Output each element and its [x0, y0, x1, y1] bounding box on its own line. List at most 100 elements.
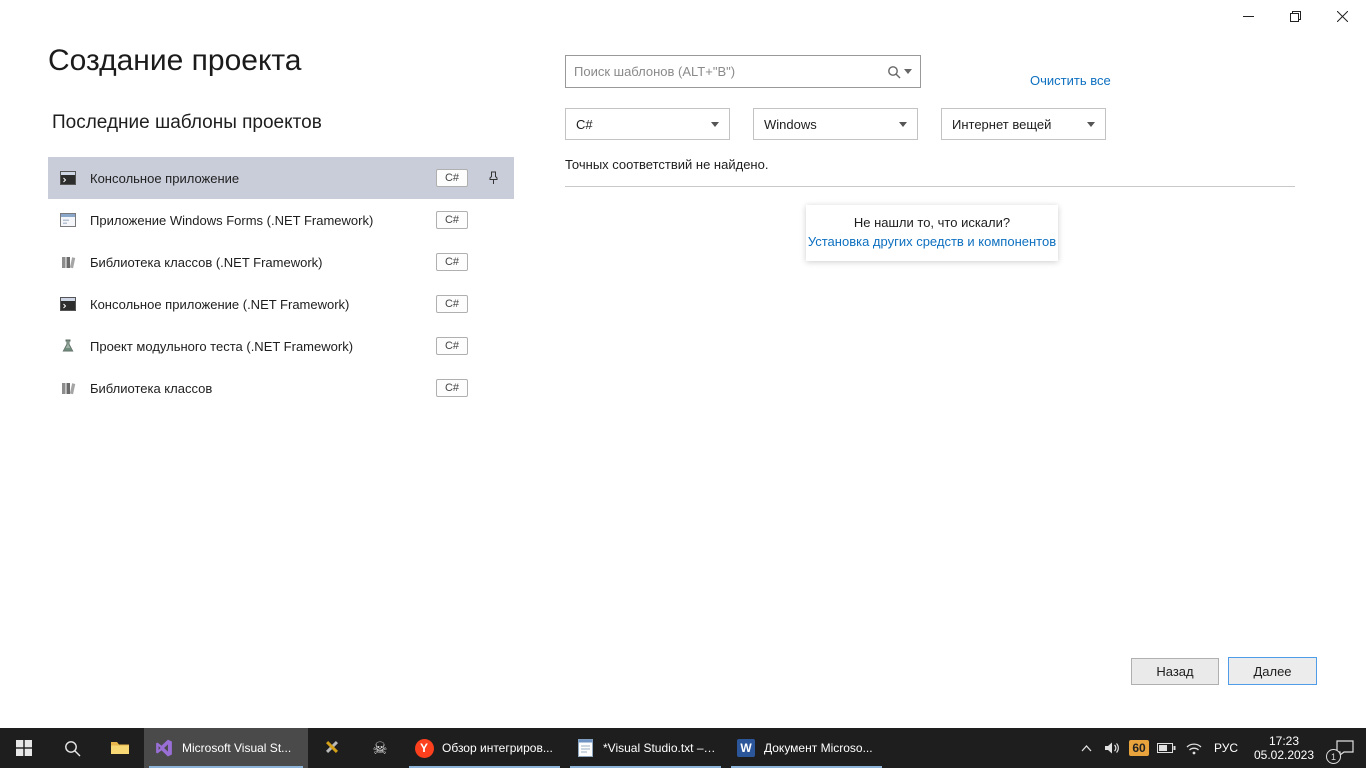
language-filter-value: C# — [576, 117, 593, 132]
template-search-box — [565, 55, 921, 88]
template-row-console-app[interactable]: Консольное приложение C# — [48, 157, 514, 199]
class-library-icon — [60, 254, 78, 270]
word-icon: W — [736, 738, 756, 758]
language-badge: C# — [436, 295, 468, 313]
winforms-app-icon — [60, 212, 78, 228]
taskbar-app-notepad[interactable]: *Visual Studio.txt – ... — [565, 728, 726, 768]
minimize-button[interactable] — [1225, 0, 1272, 33]
search-input[interactable] — [566, 64, 878, 79]
pin-button[interactable] — [476, 171, 510, 185]
template-row-class-library-netfx[interactable]: Библиотека классов (.NET Framework) C# — [48, 241, 514, 283]
network-button[interactable] — [1180, 728, 1208, 768]
restore-icon — [1290, 11, 1301, 22]
pin-icon — [488, 171, 499, 185]
language-badge: C# — [436, 379, 468, 397]
not-found-info-box: Не нашли то, что искали? Установка други… — [806, 205, 1058, 261]
not-found-title: Не нашли то, что искали? — [806, 215, 1058, 230]
language-badge: C# — [436, 169, 468, 187]
taskbar-app-label: Обзор интегриров... — [442, 741, 553, 755]
volume-level-value: 60 — [1129, 740, 1148, 756]
search-icon — [887, 65, 901, 79]
template-label: Библиотека классов — [90, 381, 436, 396]
taskbar-app-yandex-browser[interactable]: Y Обзор интегриров... — [404, 728, 565, 768]
platform-filter-value: Windows — [764, 117, 817, 132]
chevron-up-icon — [1080, 744, 1093, 752]
console-app-icon — [60, 170, 78, 186]
folder-icon — [110, 740, 130, 756]
taskbar-app-label: *Visual Studio.txt – ... — [603, 741, 716, 755]
close-icon — [1337, 11, 1348, 22]
language-badge: C# — [436, 337, 468, 355]
system-tray: 60 РУС 17:23 0 — [1074, 728, 1366, 768]
pinned-tool-app-button[interactable] — [308, 728, 356, 768]
taskbar-app-label: Microsoft Visual St... — [182, 741, 291, 755]
search-button[interactable] — [878, 56, 920, 87]
volume-button[interactable] — [1098, 728, 1126, 768]
no-match-message: Точных соответствий не найдено. — [565, 157, 768, 172]
chevron-down-icon — [711, 122, 719, 127]
battery-icon — [1157, 743, 1176, 753]
template-row-console-app-netfx[interactable]: Консольное приложение (.NET Framework) C… — [48, 283, 514, 325]
windows-logo-icon — [16, 740, 32, 756]
language-indicator[interactable]: РУС — [1208, 728, 1244, 768]
tray-time: 17:23 — [1269, 734, 1299, 748]
volume-level-badge[interactable]: 60 — [1126, 728, 1152, 768]
taskbar-app-word[interactable]: W Документ Microso... — [726, 728, 887, 768]
file-explorer-button[interactable] — [96, 728, 144, 768]
language-code: РУС — [1214, 741, 1238, 755]
visual-studio-icon — [154, 738, 174, 758]
wifi-icon — [1185, 742, 1203, 755]
chevron-down-icon — [1087, 122, 1095, 127]
template-row-class-library[interactable]: Библиотека классов C# — [48, 367, 514, 409]
notification-count-badge: 1 — [1326, 749, 1341, 764]
taskbar-app-visual-studio[interactable]: Microsoft Visual St... — [144, 728, 308, 768]
create-project-dialog: Создание проекта Последние шаблоны проек… — [0, 0, 1366, 728]
close-button[interactable] — [1319, 0, 1366, 33]
language-filter-dropdown[interactable]: C# — [565, 108, 730, 140]
template-label: Проект модульного теста (.NET Framework) — [90, 339, 436, 354]
tool-app-icon — [323, 739, 341, 757]
language-badge: C# — [436, 253, 468, 271]
window-controls — [1225, 0, 1366, 33]
show-hidden-icons-button[interactable] — [1074, 728, 1098, 768]
filter-dropdowns: C# Windows Интернет вещей — [565, 108, 1106, 140]
platform-filter-dropdown[interactable]: Windows — [753, 108, 918, 140]
recent-template-list: Консольное приложение C# Приложение Wind… — [48, 157, 514, 409]
console-app-icon — [60, 296, 78, 312]
screen: Создание проекта Последние шаблоны проек… — [0, 0, 1366, 768]
restore-button[interactable] — [1272, 0, 1319, 33]
notepad-icon — [575, 738, 595, 758]
recent-templates-heading: Последние шаблоны проектов — [52, 112, 322, 134]
language-badge: C# — [436, 211, 468, 229]
search-icon — [64, 740, 81, 757]
start-button[interactable] — [0, 728, 48, 768]
taskbar-search-button[interactable] — [48, 728, 96, 768]
skull-app-button[interactable]: ☠ — [356, 728, 404, 768]
minimize-icon — [1243, 11, 1254, 22]
install-tools-link[interactable]: Установка других средств и компонентов — [806, 234, 1058, 249]
yandex-browser-icon: Y — [414, 738, 434, 758]
speaker-icon — [1104, 741, 1121, 755]
back-button[interactable]: Назад — [1131, 658, 1219, 685]
unit-test-icon — [60, 338, 78, 354]
project-type-filter-dropdown[interactable]: Интернет вещей — [941, 108, 1106, 140]
clock[interactable]: 17:23 05.02.2023 — [1244, 728, 1324, 768]
chevron-down-icon — [899, 122, 907, 127]
template-label: Приложение Windows Forms (.NET Framework… — [90, 213, 436, 228]
page-title: Создание проекта — [48, 44, 302, 78]
clear-all-link[interactable]: Очистить все — [1030, 73, 1111, 88]
skull-icon: ☠ — [372, 740, 387, 757]
chevron-down-icon — [904, 69, 912, 74]
next-button[interactable]: Далее — [1228, 657, 1317, 685]
template-label: Консольное приложение (.NET Framework) — [90, 297, 436, 312]
tray-date: 05.02.2023 — [1254, 748, 1314, 762]
results-divider — [565, 186, 1295, 187]
template-label: Консольное приложение — [90, 171, 436, 186]
template-row-unit-test[interactable]: Проект модульного теста (.NET Framework)… — [48, 325, 514, 367]
template-label: Библиотека классов (.NET Framework) — [90, 255, 436, 270]
battery-button[interactable] — [1152, 728, 1180, 768]
template-row-winforms-app[interactable]: Приложение Windows Forms (.NET Framework… — [48, 199, 514, 241]
project-type-filter-value: Интернет вещей — [952, 117, 1051, 132]
action-center-button[interactable]: 1 — [1324, 728, 1366, 768]
class-library-icon — [60, 380, 78, 396]
